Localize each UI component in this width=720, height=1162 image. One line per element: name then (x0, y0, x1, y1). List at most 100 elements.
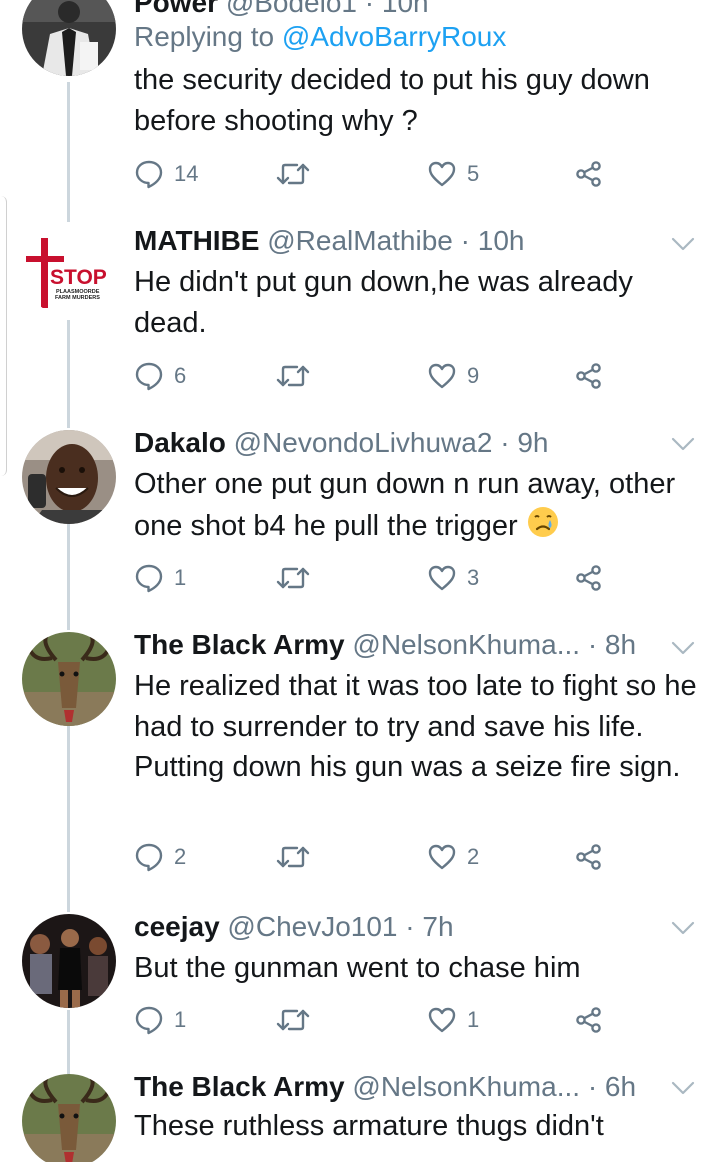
tweet-header: Dakalo @NevondoLivhuwa2 · 9h (134, 427, 549, 458)
avatar[interactable] (22, 1074, 116, 1162)
tweet-actions: 1 3 (134, 561, 614, 595)
author-name[interactable]: Dakalo (134, 427, 226, 458)
tweet-time[interactable]: 7h (422, 911, 453, 942)
tweet-item[interactable]: Dakalo @NevondoLivhuwa2 · 9h Other one p… (0, 422, 720, 622)
avatar[interactable]: STOP PLAASMOORDE FARM MURDERS (22, 222, 116, 316)
tweet-actions: 2 2 (134, 840, 614, 874)
tweet-item[interactable]: ceejay @ChevJo101 · 7h But the gunman we… (0, 906, 720, 1066)
chevron-down-icon[interactable] (670, 638, 696, 658)
reply-button[interactable]: 6 (134, 359, 186, 393)
avatar[interactable] (22, 430, 116, 524)
avatar[interactable] (22, 914, 116, 1008)
heart-icon (428, 1007, 456, 1033)
like-count: 9 (467, 363, 480, 388)
author-name[interactable]: Power (134, 0, 218, 18)
reply-icon (135, 1006, 163, 1035)
tweet-item[interactable]: Power @Bodelo1 · 10h Replying to @AdvoBa… (0, 0, 720, 200)
tweet-header: The Black Army @NelsonKhuma... · 6h (134, 1071, 637, 1102)
tweet-time[interactable]: 8h (605, 629, 636, 660)
reply-button[interactable]: 1 (134, 1003, 186, 1037)
tweet-item[interactable]: The Black Army @NelsonKhuma... · 6h Thes… (0, 1066, 720, 1162)
retweet-icon (276, 365, 310, 387)
tweet-item[interactable]: STOP PLAASMOORDE FARM MURDERS MATHIBE @R… (0, 220, 720, 420)
share-icon (576, 363, 601, 389)
tweet-text: These ruthless armature thugs didn't (134, 1110, 604, 1142)
reply-icon (135, 362, 163, 391)
author-name[interactable]: The Black Army (134, 629, 345, 660)
tweet-item[interactable]: The Black Army @NelsonKhuma... · 8h He r… (0, 624, 720, 894)
tweet-time[interactable]: 6h (605, 1071, 636, 1102)
man-in-suit-avatar-image (22, 0, 116, 76)
reply-button[interactable]: 2 (134, 840, 186, 874)
reply-count: 1 (174, 1007, 187, 1032)
reply-count: 6 (174, 363, 187, 388)
author-handle[interactable]: @ChevJo101 (227, 911, 397, 942)
retweet-button[interactable] (275, 359, 311, 393)
author-name[interactable]: The Black Army (134, 1071, 345, 1102)
avatar[interactable] (22, 632, 116, 726)
avatar[interactable] (22, 0, 116, 76)
tweet-actions: 6 9 (134, 359, 614, 393)
author-handle[interactable]: @NelsonKhuma... (352, 1071, 580, 1102)
tweet-text: the security decided to put his guy down… (134, 64, 650, 137)
replying-to-label: Replying to (134, 21, 275, 52)
chevron-down-icon[interactable] (670, 434, 696, 454)
retweet-icon (276, 846, 310, 868)
chevron-down-icon[interactable] (670, 918, 696, 938)
retweet-icon (276, 163, 310, 185)
like-button[interactable]: 3 (427, 561, 479, 595)
retweet-button[interactable] (275, 1003, 311, 1037)
logo-stop-text: STOP (50, 266, 107, 289)
reply-thread: Power @Bodelo1 · 10h Replying to @AdvoBa… (0, 0, 720, 1162)
author-name[interactable]: ceejay (134, 911, 220, 942)
woman-party-photo-avatar-image (22, 914, 116, 1008)
like-count: 1 (467, 1007, 480, 1032)
share-icon (576, 1007, 601, 1033)
tweet-header: The Black Army @NelsonKhuma... · 8h (134, 629, 637, 660)
kudu-antelope-avatar-image (22, 632, 116, 726)
tweet-actions: 1 1 (134, 1003, 614, 1037)
share-button[interactable] (574, 157, 604, 191)
chevron-down-icon[interactable] (670, 234, 696, 254)
author-handle[interactable]: @NevondoLivhuwa2 (234, 427, 493, 458)
heart-icon (428, 565, 456, 591)
heart-icon (428, 844, 456, 870)
smiling-man-phone-avatar-image (22, 430, 116, 524)
share-icon (576, 844, 601, 870)
like-button[interactable]: 2 (427, 840, 479, 874)
author-handle[interactable]: @NelsonKhuma... (352, 629, 580, 660)
retweet-button[interactable] (275, 840, 311, 874)
share-button[interactable] (574, 561, 604, 595)
reply-icon (135, 843, 163, 872)
author-name[interactable]: MATHIBE (134, 225, 259, 256)
tweet-time[interactable]: 9h (517, 427, 548, 458)
tweet-text: Other one put gun down n run away, other… (134, 464, 704, 546)
author-handle[interactable]: @Bodelo1 (226, 0, 357, 18)
share-button[interactable] (574, 1003, 604, 1037)
reply-count: 1 (174, 565, 187, 590)
author-handle[interactable]: @RealMathibe (267, 225, 453, 256)
retweet-button[interactable] (275, 157, 311, 191)
reply-count: 2 (174, 844, 187, 869)
tweet-time[interactable]: 10h (478, 225, 525, 256)
kudu-antelope-avatar-image (22, 1074, 116, 1162)
heart-icon (428, 363, 456, 389)
reply-button[interactable]: 14 (134, 157, 198, 191)
replying-to: Replying to @AdvoBarryRoux (134, 20, 506, 54)
retweet-icon (276, 1009, 310, 1031)
tweet-time[interactable]: 10h (382, 0, 429, 18)
like-button[interactable]: 9 (427, 359, 479, 393)
reply-count: 14 (174, 161, 199, 186)
reply-button[interactable]: 1 (134, 561, 186, 595)
share-button[interactable] (574, 359, 604, 393)
heart-icon (428, 161, 456, 187)
like-button[interactable]: 5 (427, 157, 479, 191)
tweet-text-content: Other one put gun down n run away, other… (134, 468, 676, 542)
chevron-down-icon[interactable] (670, 1078, 696, 1098)
share-button[interactable] (574, 840, 604, 874)
mention-link[interactable]: @AdvoBarryRoux (282, 21, 507, 52)
tweet-text: He realized that it was too late to figh… (134, 670, 697, 783)
reply-icon (135, 160, 163, 189)
like-button[interactable]: 1 (427, 1003, 479, 1037)
retweet-button[interactable] (275, 561, 311, 595)
